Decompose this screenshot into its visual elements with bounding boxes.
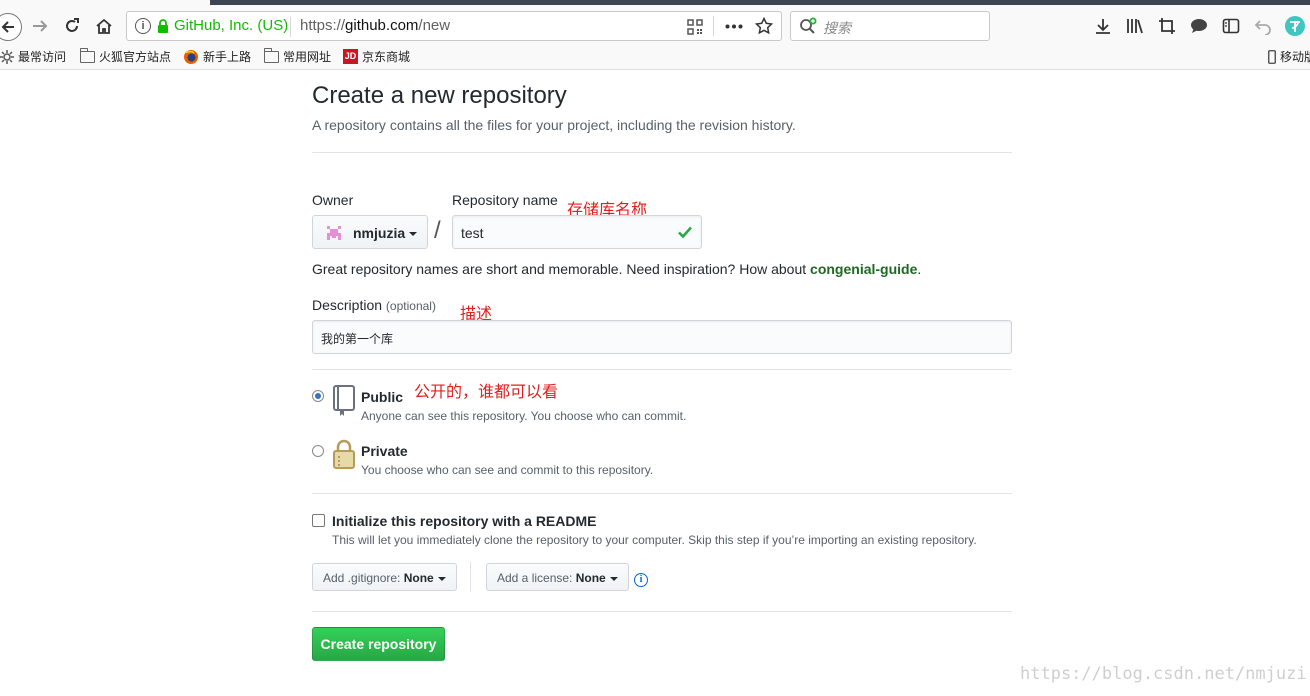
annotation-public: 公开的，谁都可以看	[414, 382, 559, 401]
bookmark-jd-mall[interactable]: JD 京东商城	[343, 48, 410, 65]
caret-down-icon	[437, 576, 446, 581]
bookmark-label: 新手上路	[203, 50, 252, 64]
bookmark-star-icon[interactable]	[755, 17, 773, 35]
reload-icon	[66, 18, 79, 32]
home-button[interactable]	[91, 13, 117, 39]
forward-arrow-icon	[33, 20, 48, 32]
bookmark-label: 最常访问	[18, 50, 67, 64]
qr-code-icon[interactable]	[687, 19, 703, 35]
folder-icon	[264, 47, 279, 63]
divider-visibility-top	[312, 369, 1012, 370]
lock-icon	[333, 439, 355, 469]
optional-tag: (optional)	[385, 299, 436, 313]
bookmark-mobile[interactable]: 移动版	[1268, 48, 1310, 65]
license-select[interactable]: Add a license: None	[486, 563, 629, 591]
lock-icon	[158, 19, 168, 33]
owner-name: nmjuzia	[353, 225, 418, 241]
search-icon	[800, 17, 817, 34]
url-prefix: https://	[300, 17, 346, 34]
url-path: /new	[418, 17, 451, 34]
public-title: Public	[361, 389, 404, 405]
page-actions-icon[interactable]	[725, 24, 743, 29]
library-icon[interactable]	[1126, 17, 1144, 35]
watermark: https://blog.csdn.net/nmjuzi	[1020, 664, 1307, 684]
license-info-icon[interactable]: i	[634, 573, 648, 587]
bookmark-most-visited[interactable]: 最常访问	[0, 48, 66, 65]
firefox-icon	[184, 49, 198, 64]
caret-down-icon	[609, 576, 618, 581]
download-icon[interactable]	[1094, 17, 1112, 35]
select-separator	[470, 562, 471, 592]
bookmark-getting-started[interactable]: 新手上路	[183, 48, 251, 65]
private-title: Private	[361, 443, 408, 459]
url-divider-2	[713, 16, 714, 36]
description-label: Description (optional)	[312, 297, 436, 313]
bookmark-common-sites[interactable]: 常用网址	[264, 47, 332, 65]
search-placeholder: 搜索	[823, 21, 851, 37]
bookmark-label: 火狐官方站点	[99, 50, 172, 64]
gitignore-select[interactable]: Add .gitignore: None	[312, 563, 457, 591]
owner-avatar	[327, 226, 341, 240]
repo-name-value: test	[461, 225, 484, 241]
bookmark-firefox-official[interactable]: 火狐官方站点	[80, 47, 172, 65]
site-identity[interactable]: GitHub, Inc. (US)	[174, 17, 288, 34]
screenshot-icon[interactable]	[1158, 17, 1176, 35]
sidebar-icon[interactable]	[1222, 17, 1240, 35]
address-bar[interactable]: i GitHub, Inc. (US) https://github.com/n…	[126, 11, 782, 41]
divider-bottom	[312, 611, 1012, 612]
jd-icon: JD	[343, 49, 358, 64]
back-arrow-icon	[1, 21, 14, 33]
translate-extension-icon[interactable]	[1284, 15, 1306, 37]
description-value: 我的第一个库	[321, 332, 394, 346]
divider-readme-top	[312, 493, 1012, 494]
caret-down-icon	[409, 232, 418, 237]
mobile-icon	[1268, 49, 1276, 64]
home-icon	[96, 18, 112, 34]
bookmark-label: 京东商城	[362, 50, 411, 64]
owner-repo-separator: /	[434, 217, 441, 244]
public-radio[interactable]	[312, 390, 324, 402]
info-icon[interactable]: i	[135, 18, 151, 34]
folder-icon	[80, 47, 95, 63]
repo-book-icon	[333, 385, 355, 416]
private-description: You choose who can see and commit to thi…	[361, 463, 654, 477]
bookmark-label: 移动版	[1280, 50, 1310, 64]
check-icon	[678, 226, 692, 239]
reload-button[interactable]	[59, 13, 85, 39]
bookmarks-bar: 最常访问 火狐官方站点 新手上路 常用网址 JD 京东商城 移动版	[0, 46, 1310, 66]
page-title: Create a new repository	[312, 82, 567, 109]
divider-top	[312, 152, 1012, 153]
title-strip	[210, 0, 1310, 5]
bookmark-label: 常用网址	[283, 50, 332, 64]
repo-name-label: Repository name	[452, 192, 558, 208]
page-subtitle: A repository contains all the files for …	[312, 117, 796, 133]
repo-name-input[interactable]: test	[452, 215, 702, 249]
name-hint: Great repository names are short and mem…	[312, 261, 922, 277]
create-repository-button[interactable]: Create repository	[312, 627, 445, 661]
readme-title: Initialize this repository with a README	[332, 513, 597, 529]
readme-checkbox[interactable]	[312, 514, 325, 527]
search-box[interactable]: 搜索	[790, 11, 990, 41]
private-radio[interactable]	[312, 445, 324, 457]
name-suggestion-link[interactable]: congenial-guide	[810, 261, 917, 277]
description-input[interactable]: 我的第一个库	[312, 320, 1012, 354]
forward-button[interactable]	[27, 13, 53, 39]
url-text[interactable]: https://github.com/new	[300, 17, 450, 34]
owner-label: Owner	[312, 192, 354, 208]
url-host: github.com	[345, 17, 419, 34]
gear-icon	[0, 49, 14, 64]
chat-icon[interactable]	[1190, 17, 1208, 35]
undo-icon[interactable]	[1254, 17, 1272, 35]
owner-select[interactable]: nmjuzia	[312, 215, 428, 249]
url-divider	[290, 17, 291, 37]
public-description: Anyone can see this repository. You choo…	[361, 409, 687, 423]
browser-toolbar: i GitHub, Inc. (US) https://github.com/n…	[0, 0, 1310, 70]
readme-description: This will let you immediately clone the …	[332, 533, 977, 547]
back-button[interactable]	[0, 13, 22, 41]
